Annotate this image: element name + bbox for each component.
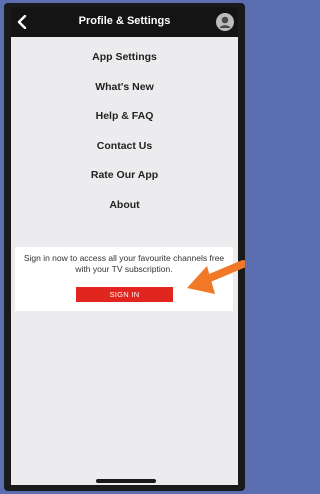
back-button[interactable] (13, 11, 31, 33)
chevron-left-icon (17, 15, 27, 29)
menu-item-help-faq[interactable]: Help & FAQ (11, 102, 238, 132)
avatar-icon (216, 13, 234, 31)
menu-item-about[interactable]: About (11, 191, 238, 221)
menu-item-contact-us[interactable]: Contact Us (11, 132, 238, 162)
settings-menu: App Settings What's New Help & FAQ Conta… (11, 43, 238, 220)
phone-frame: Profile & Settings App Settings What's N… (4, 3, 245, 491)
arrow-icon (187, 260, 245, 294)
home-indicator (96, 479, 156, 483)
signin-button[interactable]: SIGN IN (76, 287, 173, 302)
menu-item-whats-new[interactable]: What's New (11, 73, 238, 103)
page-title: Profile & Settings (78, 15, 171, 27)
menu-item-app-settings[interactable]: App Settings (11, 43, 238, 73)
profile-button[interactable] (215, 12, 235, 32)
top-bar: Profile & Settings (11, 7, 238, 37)
menu-item-rate-our-app[interactable]: Rate Our App (11, 161, 238, 191)
app-screen: Profile & Settings App Settings What's N… (11, 7, 238, 485)
